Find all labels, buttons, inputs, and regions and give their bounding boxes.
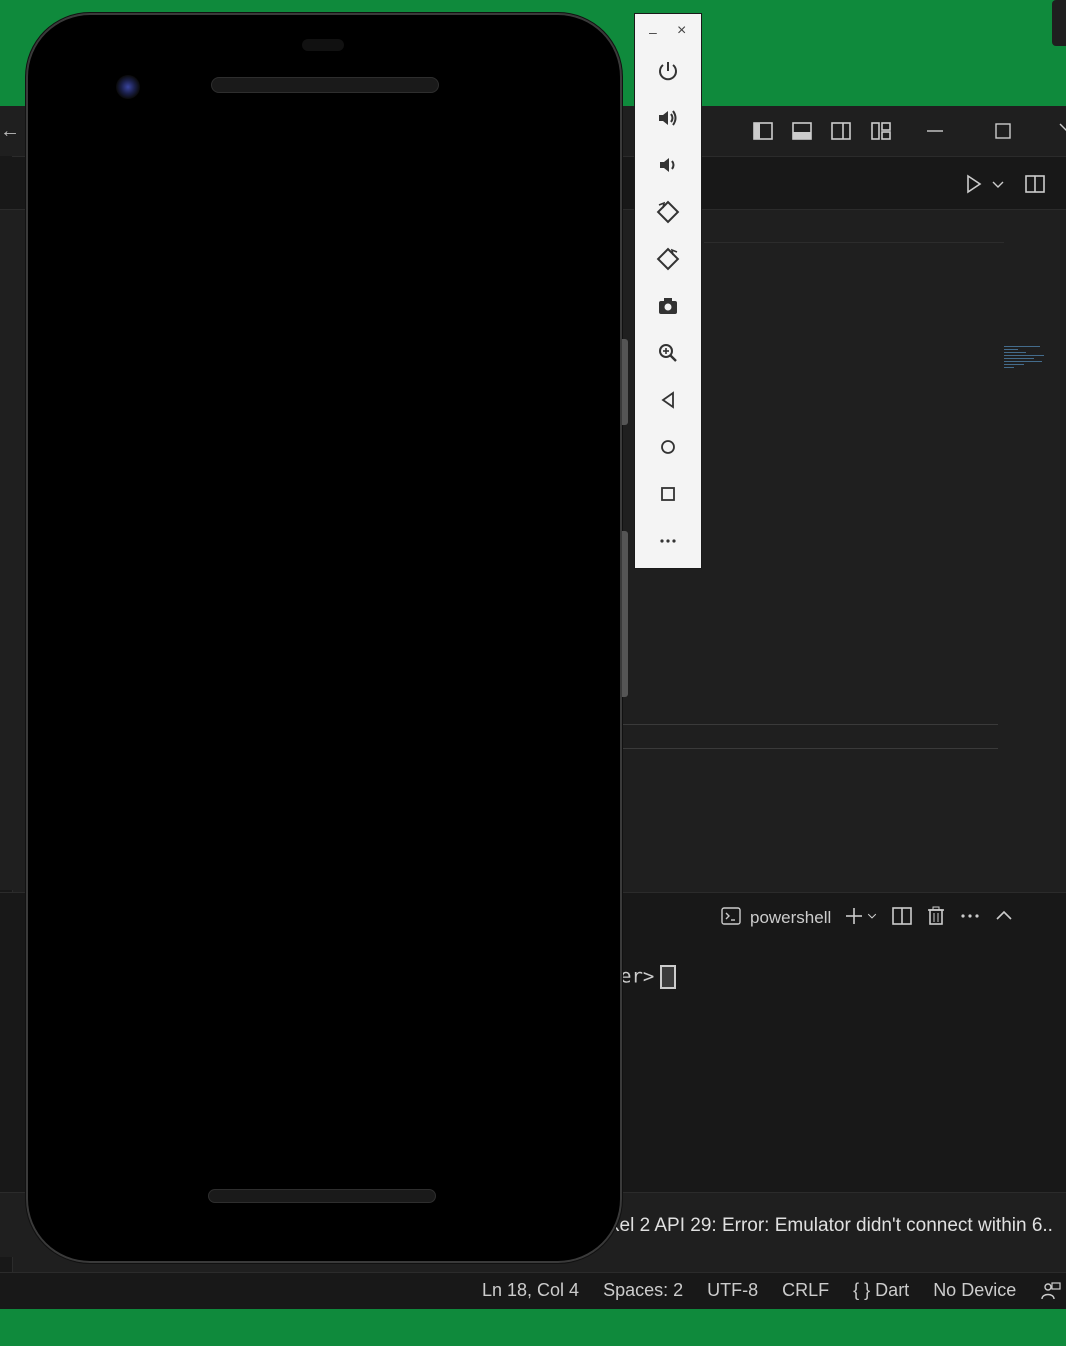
encoding[interactable]: UTF-8 <box>707 1280 758 1307</box>
maximize-panel-button[interactable] <box>993 905 1015 932</box>
terminal-icon <box>720 905 742 932</box>
power-icon <box>656 59 680 88</box>
editor-divider-line <box>622 724 998 725</box>
terminal-prompt[interactable]: er> <box>620 965 677 989</box>
split-icon <box>891 905 913 932</box>
cursor-position[interactable]: Ln 18, Col 4 <box>482 1280 579 1307</box>
corner-widget[interactable] <box>1052 0 1066 46</box>
notification-text: xel 2 API 29: Error: Emulator didn't con… <box>610 1215 1053 1236</box>
run-icon[interactable] <box>962 173 984 195</box>
new-terminal-button[interactable] <box>843 905 879 932</box>
line-ending[interactable]: CRLF <box>782 1280 829 1307</box>
home-icon <box>656 435 680 464</box>
split-terminal-button[interactable] <box>891 905 913 932</box>
terminal-cursor <box>660 965 677 989</box>
emulator-close-button[interactable]: × <box>677 22 686 40</box>
earpiece-speaker <box>211 77 439 93</box>
side-button <box>622 339 628 425</box>
overview-button[interactable] <box>635 473 701 520</box>
proximity-sensor <box>302 39 344 51</box>
kill-terminal-button[interactable] <box>925 905 947 932</box>
plus-icon <box>843 905 865 932</box>
trash-icon <box>925 905 947 932</box>
terminal-tab[interactable]: powershell <box>720 905 831 932</box>
more-actions-button[interactable] <box>959 905 981 932</box>
more-icon <box>656 529 680 558</box>
prompt-text: er> <box>620 965 655 988</box>
screenshot-button[interactable] <box>635 285 701 332</box>
current-line-highlight <box>704 242 1004 243</box>
language-mode[interactable]: { } Dart <box>853 1280 909 1307</box>
volume-down-button[interactable] <box>635 144 701 191</box>
window-maximize-icon[interactable] <box>992 120 1014 142</box>
home-button[interactable] <box>635 426 701 473</box>
rotate-right-icon <box>656 247 680 276</box>
indentation[interactable]: Spaces: 2 <box>603 1280 683 1307</box>
camera-icon <box>656 294 680 323</box>
back-arrow-icon[interactable]: ← <box>0 121 20 141</box>
device-selector[interactable]: No Device <box>933 1280 1016 1307</box>
emulator-minimize-button[interactable]: – <box>649 24 657 40</box>
rotate-left-button[interactable] <box>635 191 701 238</box>
customize-layout-icon[interactable] <box>870 120 892 142</box>
chevron-up-icon <box>993 905 1015 932</box>
zoom-icon <box>656 341 680 370</box>
back-icon <box>656 388 680 417</box>
ellipsis-icon <box>959 905 981 932</box>
phone-emulator-screen[interactable] <box>26 13 628 1263</box>
overview-icon <box>656 482 680 511</box>
bottom-speaker <box>208 1189 436 1203</box>
window-close-icon[interactable] <box>1056 120 1066 142</box>
zoom-button[interactable] <box>635 332 701 379</box>
rotate-left-icon <box>656 200 680 229</box>
toggle-primary-sidebar-icon[interactable] <box>752 120 774 142</box>
emulator-toolbar: – × <box>634 13 702 569</box>
power-button[interactable] <box>635 50 701 97</box>
editor-divider-line <box>622 748 998 749</box>
toggle-secondary-sidebar-icon[interactable] <box>830 120 852 142</box>
volume-up-button[interactable] <box>635 97 701 144</box>
side-button <box>622 531 628 697</box>
run-dropdown-icon[interactable] <box>990 173 1006 195</box>
terminal-name: powershell <box>750 908 832 927</box>
rotate-right-button[interactable] <box>635 238 701 285</box>
toggle-panel-icon[interactable] <box>791 120 813 142</box>
volume-up-icon <box>656 106 680 135</box>
status-bar: Ln 18, Col 4 Spaces: 2 UTF-8 CRLF { } Da… <box>0 1272 1066 1309</box>
front-camera-icon <box>116 75 140 99</box>
minimap[interactable] <box>1004 344 1048 384</box>
window-minimize-icon[interactable] <box>924 120 946 142</box>
panel-toolbar: powershell <box>720 905 1015 931</box>
split-editor-icon[interactable] <box>1024 173 1046 195</box>
volume-down-icon <box>656 153 680 182</box>
chevron-down-icon <box>865 905 879 932</box>
back-button[interactable] <box>635 379 701 426</box>
feedback-icon[interactable] <box>1040 1280 1062 1307</box>
more-button[interactable] <box>635 520 701 567</box>
